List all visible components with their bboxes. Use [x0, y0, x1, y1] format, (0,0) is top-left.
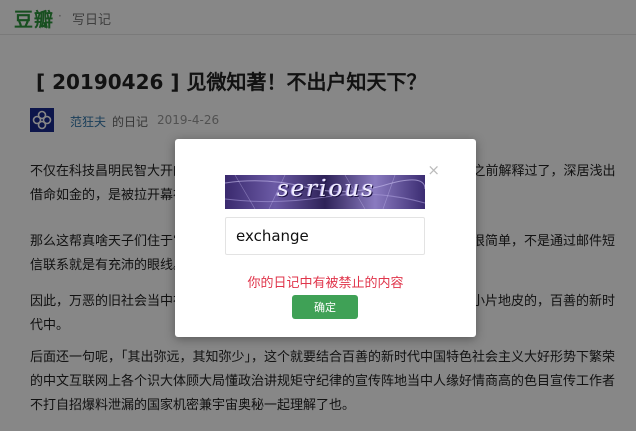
confirm-button[interactable]: 确定: [292, 295, 358, 319]
captcha-dialog: × serious 你的日记中有被禁止的内容 确定: [175, 139, 476, 337]
error-message: 你的日记中有被禁止的内容: [247, 276, 404, 291]
captcha-image: serious: [225, 175, 425, 209]
close-icon[interactable]: ×: [427, 163, 440, 178]
captcha-input[interactable]: [225, 217, 425, 255]
captcha-text: serious: [277, 176, 376, 202]
